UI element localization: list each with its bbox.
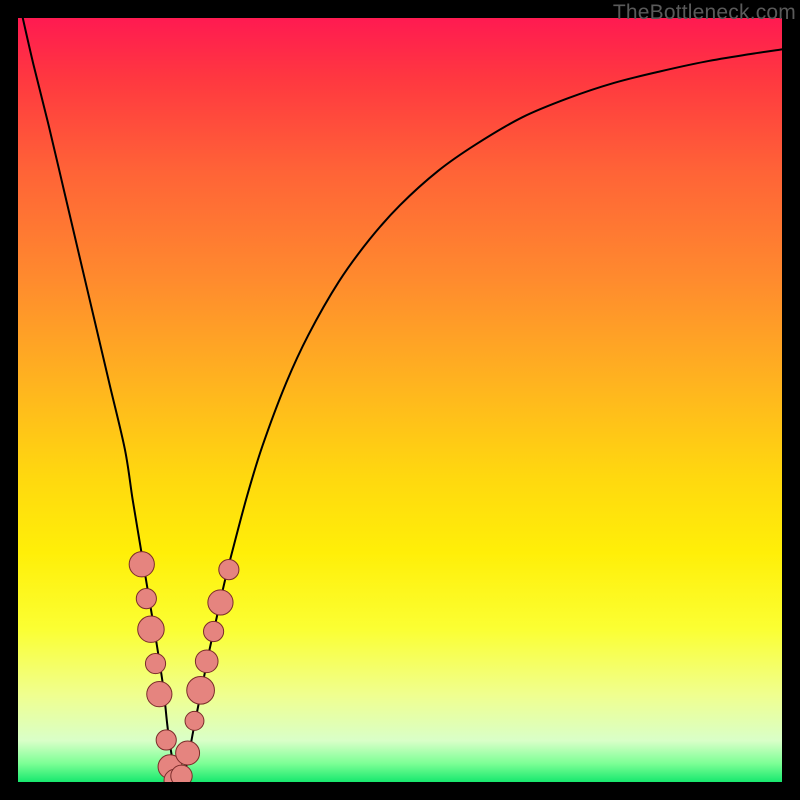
marker-dot <box>208 590 233 615</box>
curve-layer <box>18 18 782 782</box>
marker-dot <box>187 676 215 704</box>
marker-dot <box>195 650 218 673</box>
chart-frame: TheBottleneck.com <box>0 0 800 800</box>
marker-dot <box>138 616 164 642</box>
marker-dot <box>176 741 200 765</box>
bottleneck-curve <box>21 18 782 782</box>
marker-dot <box>171 765 192 782</box>
marker-dot <box>204 621 224 641</box>
plot-area <box>18 18 782 782</box>
marker-dot <box>136 589 156 609</box>
marker-dot <box>156 730 176 750</box>
marker-dot <box>145 654 165 674</box>
marker-dot <box>219 560 239 580</box>
marker-group <box>129 552 239 782</box>
watermark-text: TheBottleneck.com <box>613 1 796 25</box>
marker-dot <box>185 711 204 730</box>
marker-dot <box>129 552 154 577</box>
marker-dot <box>147 682 172 707</box>
